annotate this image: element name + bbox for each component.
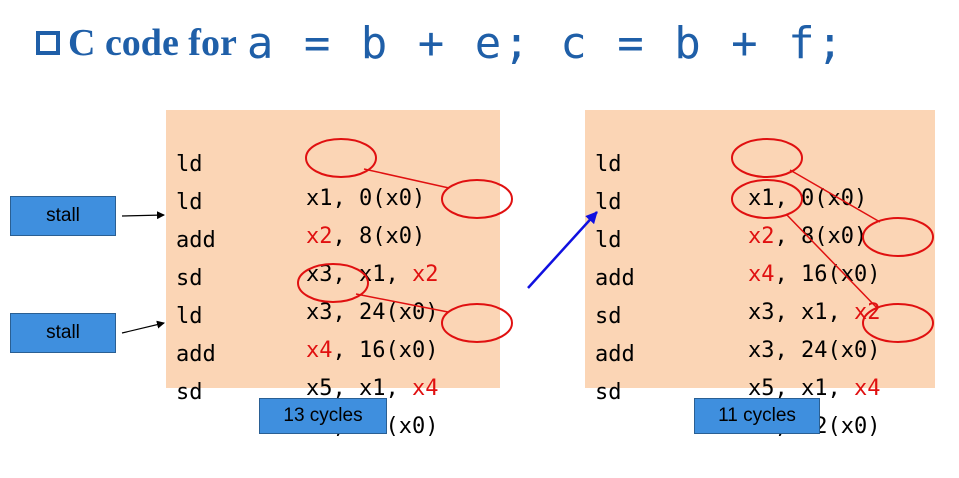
dependency-circle [862,217,934,257]
dependency-line [363,168,450,189]
dependency-circle [441,303,513,343]
dependency-circle [441,179,513,219]
dependency-circle [862,303,934,343]
dependency-line [355,293,449,313]
dependency-circle [305,138,377,178]
dependency-line [785,213,879,310]
dependency-line [789,169,881,223]
stall-arrow-icon [121,211,165,220]
annotation-overlay [121,138,934,343]
stall-arrow-icon [121,320,165,334]
dependency-circle [731,179,803,219]
dependency-circle [297,263,369,303]
reorder-arrow-icon [527,211,598,289]
